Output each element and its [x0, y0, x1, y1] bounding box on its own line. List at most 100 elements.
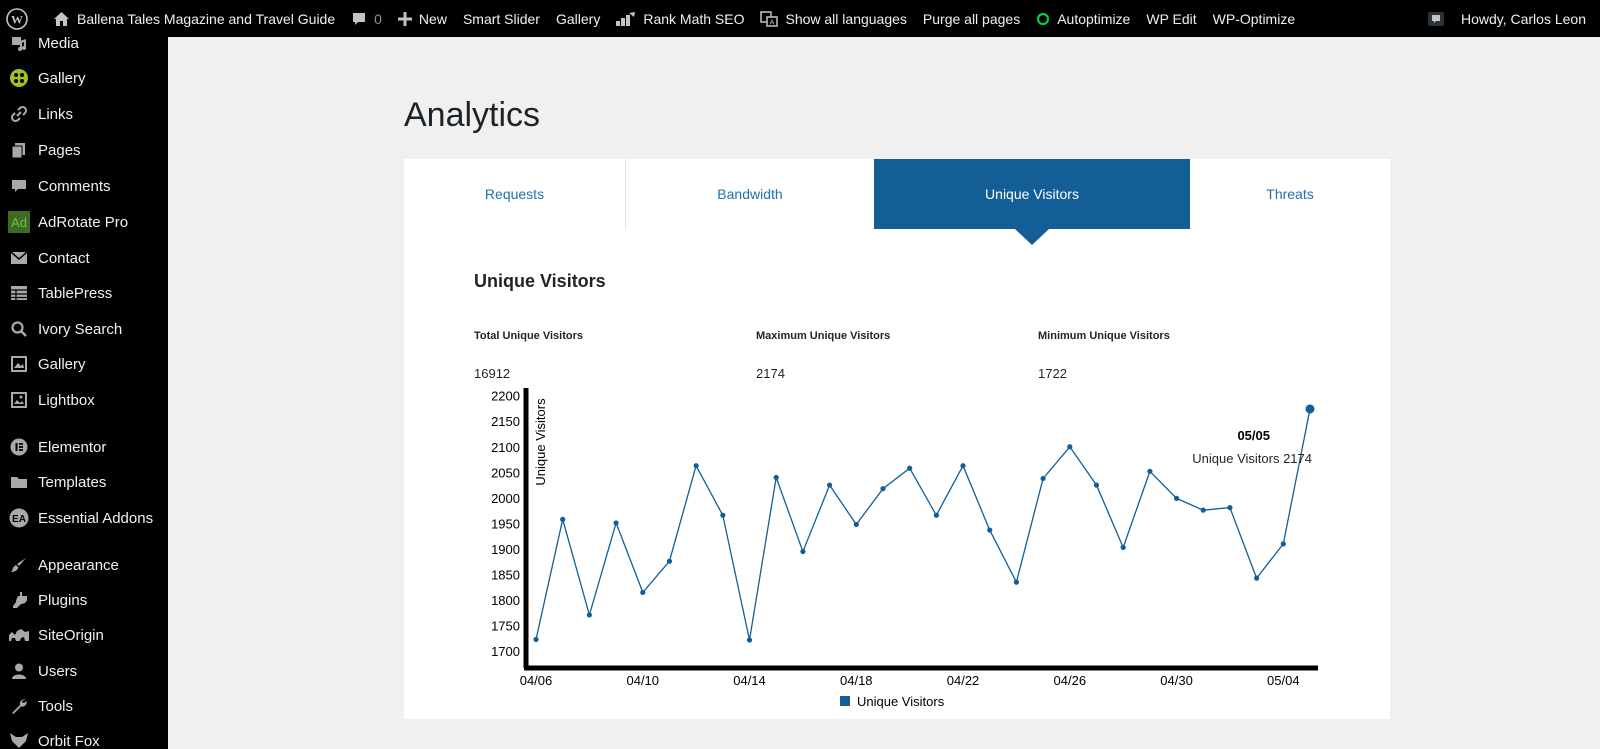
data-point[interactable]	[1120, 544, 1126, 551]
sidebar-item-gallery[interactable]: Gallery	[0, 62, 168, 94]
comments-link[interactable]: 0	[343, 0, 390, 37]
y-tick-label: 2100	[491, 440, 520, 455]
data-point[interactable]	[1227, 505, 1233, 511]
sidebar-item-label: Lightbox	[38, 391, 95, 409]
sidebar-item-adrotate[interactable]: Ad AdRotate Pro	[0, 206, 168, 238]
data-point[interactable]	[1093, 482, 1100, 488]
data-point[interactable]	[880, 486, 886, 492]
sidebar-item-label: Tools	[38, 697, 74, 715]
data-point[interactable]	[560, 516, 566, 522]
x-tick-label: 04/14	[733, 673, 766, 688]
data-point[interactable]	[1254, 575, 1260, 581]
sidebar-item-templates[interactable]: Templates	[0, 466, 168, 498]
media-icon	[8, 37, 30, 54]
sidebar-item-links[interactable]: Links	[0, 98, 168, 130]
wp-edit-label: WP Edit	[1146, 10, 1197, 27]
gallery-link[interactable]: Gallery	[548, 0, 608, 37]
site-name-link[interactable]: Ballena Tales Magazine and Travel Guide	[45, 0, 343, 37]
sidebar-item-ivory-search[interactable]: Ivory Search	[0, 313, 168, 345]
new-content-link[interactable]: New	[390, 0, 455, 37]
wp-optimize-label: WP-Optimize	[1212, 10, 1296, 27]
wordpress-logo-icon[interactable]: W	[0, 0, 45, 37]
data-point[interactable]	[693, 463, 699, 469]
tab-bandwidth[interactable]: Bandwidth	[626, 159, 874, 229]
y-tick-label: 1750	[491, 619, 520, 634]
gallery-plugin-icon	[8, 67, 30, 89]
sidebar-item-comments[interactable]: Comments	[0, 170, 168, 202]
notification-icon	[1427, 11, 1444, 26]
data-point[interactable]	[987, 527, 993, 533]
data-point[interactable]	[1173, 495, 1180, 501]
wp-edit-link[interactable]: WP Edit	[1138, 0, 1204, 37]
data-point[interactable]	[1147, 468, 1153, 474]
tab-unique-visitors[interactable]: Unique Visitors	[874, 159, 1190, 229]
plus-icon	[397, 11, 412, 26]
sidebar-item-orbit-fox[interactable]: Orbit Fox	[0, 725, 168, 749]
data-point[interactable]	[533, 636, 539, 643]
sidebar-item-appearance[interactable]: Appearance	[0, 549, 168, 581]
sidebar-item-pages[interactable]: Pages	[0, 134, 168, 166]
data-point[interactable]	[907, 465, 913, 471]
sidebar-item-users[interactable]: Users	[0, 655, 168, 687]
data-point[interactable]	[826, 482, 833, 488]
sidebar-item-contact[interactable]: Contact	[0, 242, 168, 274]
rank-math-link[interactable]: Rank Math SEO	[608, 0, 752, 37]
data-point[interactable]	[720, 512, 726, 518]
data-point[interactable]	[960, 463, 966, 469]
wp-optimize-link[interactable]: WP-Optimize	[1205, 0, 1303, 37]
gallery-label: Gallery	[555, 10, 601, 27]
sidebar-item-label: SiteOrigin	[38, 626, 104, 644]
series-points	[533, 404, 1315, 643]
lightbox-icon	[8, 389, 30, 411]
sidebar-item-plugins[interactable]: Plugins	[0, 584, 168, 616]
elementor-icon	[8, 436, 30, 458]
y-tick-label: 1950	[491, 516, 520, 531]
sidebar-item-siteorigin[interactable]: SiteOrigin	[0, 619, 168, 651]
data-point[interactable]	[1040, 475, 1046, 482]
data-point[interactable]	[1305, 404, 1315, 414]
x-tick-label: 04/10	[626, 673, 659, 688]
data-point[interactable]	[1013, 579, 1020, 585]
languages-link[interactable]: A Show all languages	[752, 0, 914, 37]
series-line-unique-visitors	[535, 408, 1311, 641]
tab-requests[interactable]: Requests	[404, 159, 626, 229]
sidebar-item-label: Contact	[38, 249, 90, 267]
autoptimize-link[interactable]: Autoptimize	[1028, 0, 1138, 37]
y-axis-label: Unique Visitors	[533, 398, 548, 486]
sidebar-item-label: Pages	[38, 141, 81, 159]
y-tick-label: 1800	[491, 593, 520, 608]
sidebar-item-media[interactable]: Media	[0, 37, 168, 59]
table-icon	[8, 282, 30, 304]
stat-min-value: 1722	[1038, 366, 1067, 381]
sidebar-item-tablepress[interactable]: TablePress	[0, 277, 168, 309]
data-point[interactable]	[586, 612, 592, 618]
rank-math-icon	[616, 11, 636, 26]
sidebar-item-tools[interactable]: Tools	[0, 690, 168, 722]
data-point[interactable]	[640, 589, 646, 596]
data-point[interactable]	[800, 548, 806, 555]
data-point[interactable]	[1200, 507, 1206, 513]
data-point[interactable]	[666, 558, 673, 564]
data-point[interactable]	[853, 521, 859, 528]
tab-threats[interactable]: Threats	[1190, 159, 1390, 229]
sidebar-item-gallery-2[interactable]: Gallery	[0, 348, 168, 380]
data-point[interactable]	[613, 520, 619, 526]
sidebar-item-essential-addons[interactable]: EA Essential Addons	[0, 502, 168, 534]
smart-slider-link[interactable]: Smart Slider	[455, 0, 548, 37]
howdy-label: Howdy, Carlos Leon	[1460, 10, 1586, 27]
data-point[interactable]	[773, 474, 779, 481]
sidebar-item-lightbox[interactable]: Lightbox	[0, 384, 168, 416]
data-point[interactable]	[1280, 541, 1286, 547]
sidebar-item-elementor[interactable]: Elementor	[0, 431, 168, 463]
comment-icon	[353, 12, 366, 25]
purge-link[interactable]: Purge all pages	[915, 0, 1028, 37]
smart-slider-label: Smart Slider	[462, 10, 540, 27]
sidebar-item-label: Elementor	[38, 438, 107, 456]
sidebar-item-label: Appearance	[38, 556, 119, 574]
data-point[interactable]	[1067, 444, 1073, 450]
account-link[interactable]: Howdy, Carlos Leon	[1419, 0, 1600, 37]
page-title: Analytics	[404, 96, 541, 134]
data-point[interactable]	[746, 637, 753, 643]
data-point[interactable]	[933, 512, 939, 518]
sidebar-item-label: Links	[38, 105, 74, 123]
